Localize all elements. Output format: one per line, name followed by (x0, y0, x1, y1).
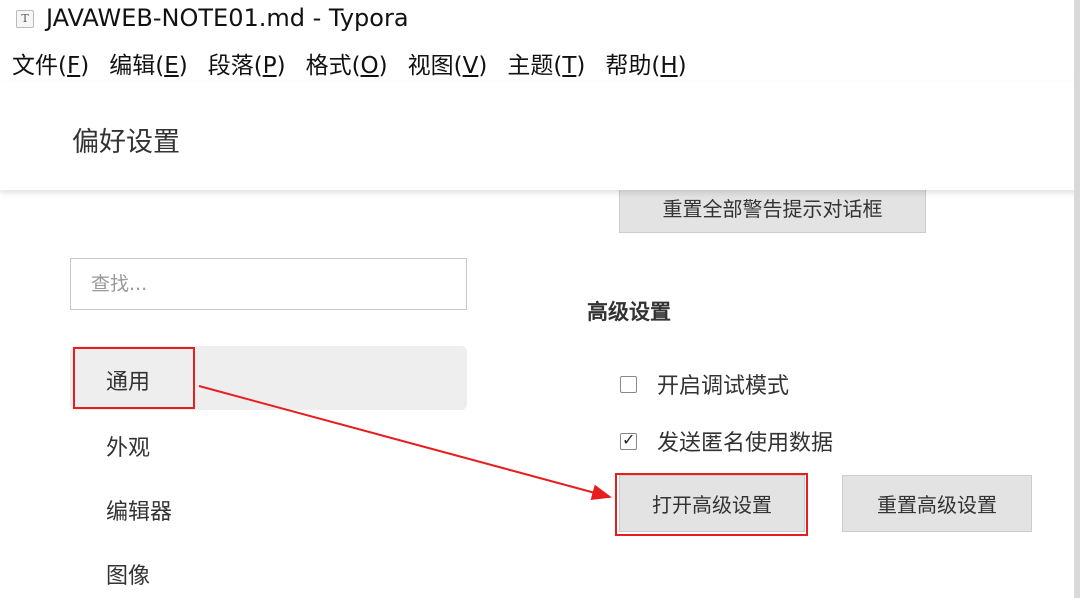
debug-mode-label: 开启调试模式 (657, 374, 790, 399)
menu-view[interactable]: 视图(V) (408, 46, 488, 82)
window-title: JAVAWEB-NOTE01.md - Typora (46, 4, 409, 32)
send-anonymous-data-option[interactable]: 发送匿名使用数据 (620, 425, 833, 457)
menu-bar: 文件(F) 编辑(E) 段落(P) 格式(O) 视图(V) 主题(T) 帮助(H… (0, 46, 707, 82)
preferences-header: 偏好设置 (0, 82, 1080, 190)
sidebar-item-appearance[interactable]: 外观 (70, 412, 467, 476)
highlight-open-advanced (615, 473, 808, 536)
highlight-general (73, 347, 195, 409)
preferences-title: 偏好设置 (72, 127, 180, 158)
search-input[interactable] (70, 258, 467, 310)
title-bar: T JAVAWEB-NOTE01.md - Typora (0, 0, 1080, 40)
send-anonymous-data-label: 发送匿名使用数据 (657, 431, 834, 456)
menu-paragraph[interactable]: 段落(P) (208, 46, 286, 82)
menu-theme[interactable]: 主题(T) (507, 46, 585, 82)
reset-advanced-settings-button[interactable]: 重置高级设置 (842, 475, 1032, 532)
menu-help[interactable]: 帮助(H) (605, 46, 686, 82)
menu-edit[interactable]: 编辑(E) (109, 46, 188, 82)
advanced-settings-title: 高级设置 (587, 300, 671, 324)
debug-mode-checkbox[interactable] (620, 375, 637, 393)
sidebar-item-editor[interactable]: 编辑器 (70, 476, 467, 540)
sidebar-item-image[interactable]: 图像 (70, 540, 467, 598)
background-window-edge (1074, 0, 1080, 598)
menu-file[interactable]: 文件(F) (12, 46, 89, 82)
menu-format[interactable]: 格式(O) (306, 46, 388, 82)
debug-mode-option[interactable]: 开启调试模式 (620, 368, 789, 400)
typora-doc-icon: T (16, 10, 34, 28)
send-anonymous-data-checkbox[interactable] (620, 430, 637, 450)
